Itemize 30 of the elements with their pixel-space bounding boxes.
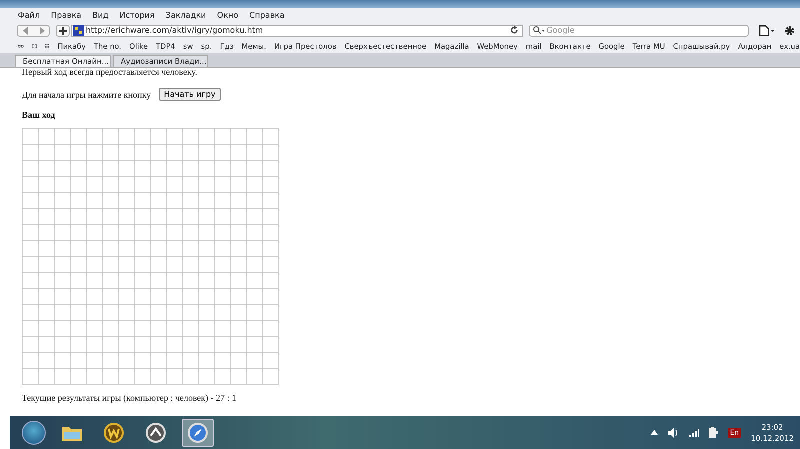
back-forward-button[interactable] <box>17 24 50 36</box>
menu-item[interactable]: История <box>120 10 155 20</box>
page-menu-icon[interactable] <box>758 24 774 36</box>
address-field[interactable]: http://erichware.com/aktiv/igry/gomoku.htm <box>70 24 523 36</box>
intro-text: Первый ход всегда предоставляется человеку. <box>22 67 198 77</box>
turn-label: Ваш ход <box>22 110 56 120</box>
menu-item[interactable]: Справка <box>250 10 285 20</box>
power-icon[interactable] <box>709 427 718 438</box>
speaker-icon[interactable] <box>668 428 680 438</box>
reload-icon[interactable] <box>510 26 519 35</box>
start-button[interactable] <box>22 420 46 444</box>
add-bookmark-button[interactable] <box>56 24 70 36</box>
search-icon[interactable] <box>532 26 545 35</box>
compass-icon <box>188 422 208 442</box>
w-logo-icon <box>104 422 124 442</box>
glasses-icon[interactable] <box>18 42 24 50</box>
menu-item[interactable]: Правка <box>51 10 82 20</box>
settings-icon[interactable] <box>784 24 796 36</box>
score-text: Текущие результаты игры (компьютер : человек) - 27 : 1 <box>22 393 238 403</box>
start-prompt: Для начала игры нажмите кнопку <box>22 90 152 100</box>
chevron-circle-icon <box>146 422 166 442</box>
menu-item[interactable]: Вид <box>92 10 109 20</box>
menu-item[interactable]: Закладки <box>166 10 206 20</box>
start-game-button[interactable]: Начать игру <box>159 88 221 101</box>
show-hidden-icons-icon[interactable] <box>651 430 658 435</box>
site-icon <box>72 25 84 36</box>
menu-item[interactable]: Файл <box>18 10 40 20</box>
book-icon[interactable] <box>32 42 38 50</box>
signal-icon[interactable] <box>689 428 700 436</box>
menu-item[interactable]: Окно <box>217 10 239 20</box>
